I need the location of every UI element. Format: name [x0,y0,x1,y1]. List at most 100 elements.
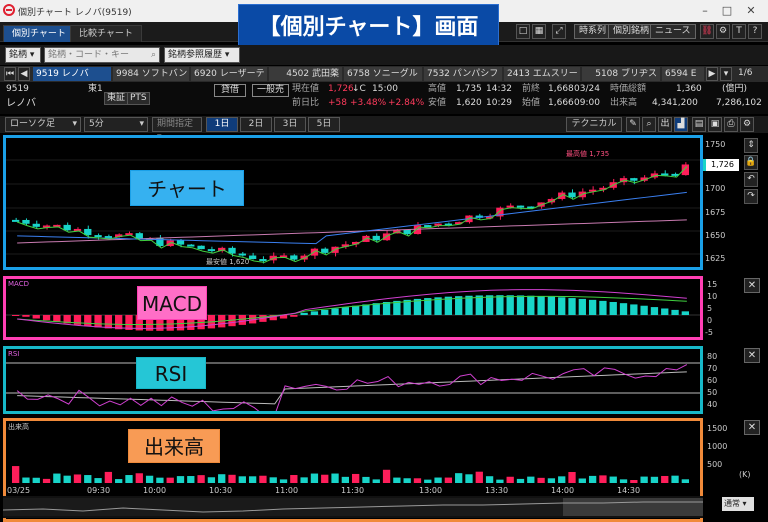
stock-tab[interactable]: 5108 ブリヂス [582,67,660,81]
volume-bar [568,472,576,483]
macd-bar [290,315,298,317]
close-volume-button[interactable]: ✕ [744,420,760,435]
macd-bar [362,304,370,315]
candle [238,253,246,256]
individual-stock-button[interactable]: 個別銘柄 [608,24,655,39]
news-button[interactable]: ニュース [650,24,696,39]
navigator-svg [2,498,703,516]
volume-toggle-icon[interactable]: 出 [658,117,672,132]
pen-icon[interactable]: ✎ [626,117,640,132]
stock-tab[interactable]: 6920 レーザーテ [191,67,267,81]
macd-bar [516,295,525,315]
note-icon[interactable]: ▤ [692,117,706,132]
chart-type-select[interactable]: ローソク足 ▾ [5,117,81,132]
macd-bar [671,309,679,315]
volume-bar [115,479,123,483]
macd-axis: 15 10 5 0 -5 [705,280,745,340]
macd-tick: 0 [707,316,713,325]
prev-close-label: 前終 [522,84,541,94]
history-dropdown-label: 銘柄参照履歴 [168,50,223,60]
close-macd-button[interactable]: ✕ [744,278,760,293]
stock-tab[interactable]: 9984 ソフトバン [113,67,189,81]
volume-bar [42,478,51,483]
close-rsi-button[interactable]: ✕ [744,348,760,363]
volume-bar [53,473,61,483]
dropdown-icon[interactable]: ▾ [720,67,732,81]
redo-icon[interactable]: ↷ [744,189,758,204]
market-label: 東1 [88,84,103,94]
prev-page-icon[interactable]: ◀ [18,67,30,81]
tab-compare-chart[interactable]: 比較チャート [70,25,142,42]
gear-icon[interactable]: ⚙ [740,117,754,132]
history-dropdown[interactable]: 銘柄参照履歴 ▾ [164,47,240,63]
volume-bar [352,473,360,483]
prev-close-value: 1,668 [548,84,574,94]
candle [290,255,298,260]
brand-dropdown[interactable]: 銘柄 ▾ [5,47,41,63]
volume-bar [506,476,514,483]
stock-tab[interactable]: 9519 レノバ [33,67,111,81]
exchange-tag[interactable]: 東証 [104,92,129,105]
rsi-panel-tag: RSI [136,357,206,389]
volume-bar [32,477,40,483]
technical-button[interactable]: テクニカル [566,117,622,132]
tab-individual-chart[interactable]: 個別チャート [3,25,75,42]
period-select[interactable]: 期間指定 ▾ [152,117,202,142]
code-search-input[interactable]: 銘柄・コード・キー ⌕ [44,47,160,63]
zoom-in-icon[interactable]: ⇕ [744,138,758,153]
rsi-signal-line [17,371,687,405]
stock-tab-row: ⏮ ◀ 9519 レノバ 9984 ソフトバン 6920 レーザーテ 4502 … [0,66,768,82]
candle [12,219,20,222]
maximize-button[interactable]: □ [718,3,736,19]
price-chart-panel[interactable]: 最高値 1,735 最安値 1,620 [3,135,703,270]
pts-tag[interactable]: PTS [127,92,150,105]
general-sell-button[interactable]: 一般売 [252,84,290,97]
grid-layout-icon[interactable]: ▦ [532,24,546,39]
settings-icon[interactable]: ⚙ [716,24,730,39]
navigator-bar[interactable] [2,496,703,518]
search-icon[interactable]: ⌕ [151,48,156,62]
nav-mode-select[interactable]: 通常 ▾ [722,497,754,511]
minimize-button[interactable]: – [696,3,714,19]
macd-panel[interactable]: MACD [3,276,703,340]
single-layout-icon[interactable]: □ [516,24,530,39]
low-label: 安値 [428,98,447,108]
candle [248,255,257,260]
volume-bar [599,475,607,483]
time-tick: 14:30 [617,486,641,495]
rsi-panel[interactable]: RSI [3,346,703,417]
next-page-icon[interactable]: ▶ [706,67,718,81]
stock-tab[interactable]: 2413 エムスリー [504,67,580,81]
link-icon[interactable]: ⛓ [700,24,714,39]
stock-tab[interactable]: 7532 パンパシフ [424,67,502,81]
stock-tab[interactable]: 4502 武田薬 [269,67,342,81]
expand-icon[interactable]: ⤢ [552,24,566,39]
range-2day-button[interactable]: 2日 [240,117,272,132]
rsi-tick: 70 [707,364,718,373]
stock-tab[interactable]: 6758 ソニーグル [344,67,422,81]
lock-icon[interactable]: 🔒 [744,155,758,170]
range-1day-button[interactable]: 1日 [206,117,238,132]
stock-tab[interactable]: 6594 E [662,67,704,81]
text-size-icon[interactable]: T [732,24,746,39]
bar-chart-icon[interactable]: ▟ [674,117,688,132]
price-tick: 1625 [705,254,726,263]
volume-bar [228,474,236,483]
volume-bar [537,477,545,483]
undo-icon[interactable]: ↶ [744,172,758,187]
nav-mode-label: 通常 [724,499,740,508]
zoom-icon[interactable]: ⌕ [642,117,656,132]
close-window-button[interactable]: ✕ [742,3,760,19]
timeseries-button[interactable]: 時系列 [574,24,612,39]
volume-bar [630,479,638,483]
interval-select[interactable]: 5分 ▾ [84,117,148,132]
range-3day-button[interactable]: 3日 [274,117,306,132]
save-icon[interactable]: ▣ [708,117,722,132]
range-5day-button[interactable]: 5日 [308,117,340,132]
print-icon[interactable]: ⎙ [724,117,738,132]
credit-button[interactable]: 貸借 [214,84,247,97]
first-page-icon[interactable]: ⏮ [4,67,16,81]
macd-bar [537,296,545,315]
price-tick: 1700 [705,184,726,193]
help-button[interactable]: ? [748,24,762,39]
